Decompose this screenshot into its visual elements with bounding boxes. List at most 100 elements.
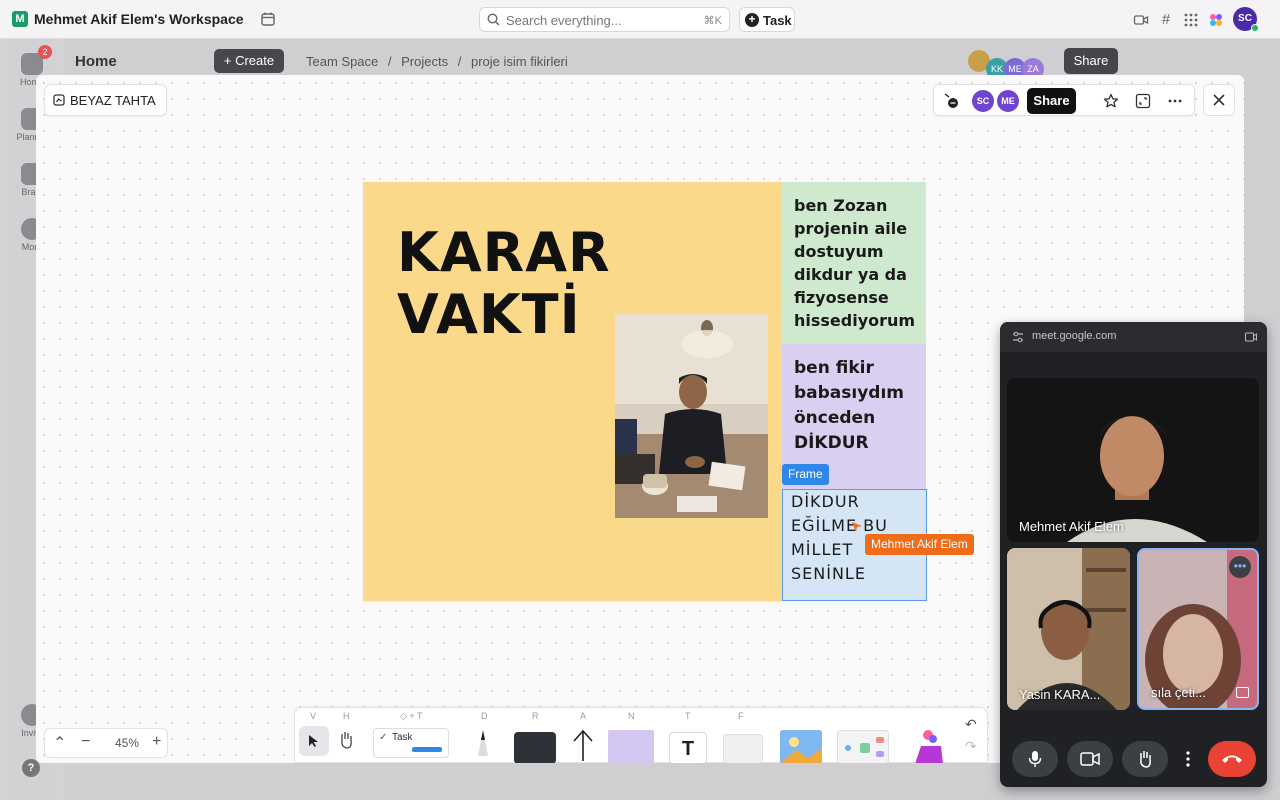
image-tool[interactable] (780, 730, 822, 763)
microphone-button[interactable] (1012, 741, 1058, 777)
redo-icon[interactable]: ↷ (965, 738, 977, 755)
whiteboard-title-chip[interactable]: BEYAZ TAHTA (44, 84, 167, 116)
close-icon (1213, 94, 1225, 106)
microphone-icon (1028, 751, 1042, 767)
hashtag-icon[interactable]: # (1158, 12, 1174, 28)
task-card-bar (412, 747, 442, 752)
shortcut-key: ◇ + T (400, 711, 423, 721)
arrow-tool[interactable] (570, 728, 596, 762)
rectangle-tool[interactable] (514, 732, 556, 763)
more-options-icon[interactable]: ••• (1229, 556, 1251, 578)
breadcrumb: Team Space / Projects / proje isim fikir… (306, 54, 574, 69)
shortcut-key: A (580, 711, 587, 721)
drawing-toolbar: V H ◇ + T D R A N T F ✓ Task T ↶ ↷ (294, 707, 988, 763)
shortcut-key: H (343, 711, 350, 721)
participant-tile-active[interactable]: ••• sıla çeti... (1137, 548, 1259, 710)
participant-tile[interactable]: Yasin KARA... (1007, 548, 1130, 710)
pip-icon (1236, 687, 1249, 698)
breadcrumb-separator: / (457, 54, 462, 69)
hand-tool[interactable] (337, 730, 355, 750)
text-icon: T (681, 738, 695, 760)
participant-name: Mehmet Akif Elem (1019, 519, 1124, 534)
video-icon[interactable] (1133, 12, 1149, 28)
return-to-tab-icon[interactable] (1245, 332, 1257, 342)
camera-button[interactable] (1067, 741, 1113, 777)
background-share-button[interactable]: Share (1064, 48, 1118, 74)
task-card-tool[interactable]: ✓ Task (373, 728, 449, 758)
undo-icon[interactable]: ↶ (965, 716, 977, 733)
page-title: Home (75, 53, 117, 70)
image-icon (780, 730, 822, 763)
calendar-icon[interactable] (260, 11, 276, 27)
close-button[interactable] (1203, 84, 1235, 116)
zoom-level: 45% (115, 736, 140, 750)
meet-pip-window[interactable]: meet.google.com Mehmet Akif Elem Yasin K… (1000, 322, 1267, 787)
online-status-dot (1251, 24, 1259, 32)
more-vertical-icon (1186, 751, 1190, 767)
meet-url: meet.google.com (1032, 330, 1117, 342)
chat-icon[interactable] (944, 93, 960, 109)
breadcrumb-current[interactable]: proje isim fikirleri (471, 54, 568, 69)
chevron-down-icon[interactable]: ⌄ (227, 11, 235, 22)
hang-up-icon (1222, 755, 1242, 763)
task-card-label: Task (392, 732, 413, 743)
workspace-logo[interactable]: M (12, 11, 28, 27)
create-button[interactable]: + Create (214, 49, 284, 73)
templates-tool[interactable] (903, 728, 953, 763)
site-settings-icon[interactable] (1012, 331, 1024, 343)
shortcut-key: D (481, 711, 488, 721)
star-icon[interactable] (1103, 93, 1119, 109)
workspace-name[interactable]: Mehmet Akif Elem's Workspace (34, 11, 244, 27)
participant-tile-main[interactable]: Mehmet Akif Elem (1007, 378, 1259, 542)
sticky-note-green[interactable]: ben Zozan projenin aile dostuyum dikdur … (782, 182, 926, 344)
ai-brain-icon[interactable] (1208, 12, 1224, 28)
arrow-up-icon (573, 729, 593, 761)
search-icon (487, 13, 500, 26)
pen-tool[interactable] (473, 728, 493, 760)
check-icon: ✓ (379, 732, 388, 743)
leave-call-button[interactable] (1208, 741, 1256, 777)
new-task-button[interactable]: + Task (739, 7, 795, 32)
whiteboard-toolbar: SC ME Share (933, 84, 1195, 116)
background-bottom-strip (64, 763, 1000, 800)
search-input[interactable]: Search everything... ⌘K (479, 7, 730, 32)
zoom-control: ⌃ − 45% + (44, 728, 168, 758)
remote-cursor-label: Mehmet Akif Elem (865, 534, 974, 555)
avatar[interactable]: SC (972, 90, 994, 112)
pointer-icon (309, 735, 318, 747)
frame-title: KARAR VAKTİ (397, 222, 611, 346)
camera-icon (1080, 752, 1100, 766)
pen-icon (478, 730, 488, 756)
sticky-note-tool[interactable] (608, 730, 654, 763)
share-button[interactable]: Share (1027, 88, 1076, 114)
shortcut-key: N (628, 711, 635, 721)
user-avatar-initials: SC (1238, 13, 1252, 24)
photo-person-at-desk[interactable] (615, 314, 768, 518)
more-icon[interactable] (1167, 93, 1183, 109)
text-tool[interactable]: T (669, 732, 707, 763)
expand-icon[interactable] (1135, 93, 1151, 109)
search-shortcut: ⌘K (703, 15, 722, 27)
more-options-button[interactable] (1182, 741, 1194, 777)
zoom-in-button[interactable]: + (152, 733, 161, 751)
breadcrumb-team-space[interactable]: Team Space (306, 54, 378, 69)
meet-header: meet.google.com (1000, 322, 1267, 352)
frame-title-line: VAKTİ (397, 283, 581, 346)
background-avatars: KK ME ZA (968, 50, 1044, 80)
avatar[interactable]: ME (997, 90, 1019, 112)
task-button-label: Task (763, 13, 792, 28)
whiteboard-title: BEYAZ TAHTA (70, 92, 156, 108)
apps-grid-icon[interactable] (1183, 12, 1199, 28)
collapse-icon[interactable]: ⌃ (53, 733, 66, 753)
zoom-out-button[interactable]: − (81, 733, 90, 751)
remote-cursor-icon (852, 522, 862, 532)
breadcrumb-projects[interactable]: Projects (401, 54, 448, 69)
frame-tool[interactable] (723, 734, 763, 763)
notification-badge: 2 (38, 45, 52, 59)
user-avatar[interactable]: SC (1233, 7, 1259, 32)
diagram-tool[interactable] (837, 730, 889, 763)
shortcut-key: F (738, 711, 744, 721)
raise-hand-button[interactable] (1122, 741, 1168, 777)
main-frame[interactable]: KARAR VAKTİ (363, 182, 782, 601)
select-tool[interactable] (299, 726, 329, 756)
